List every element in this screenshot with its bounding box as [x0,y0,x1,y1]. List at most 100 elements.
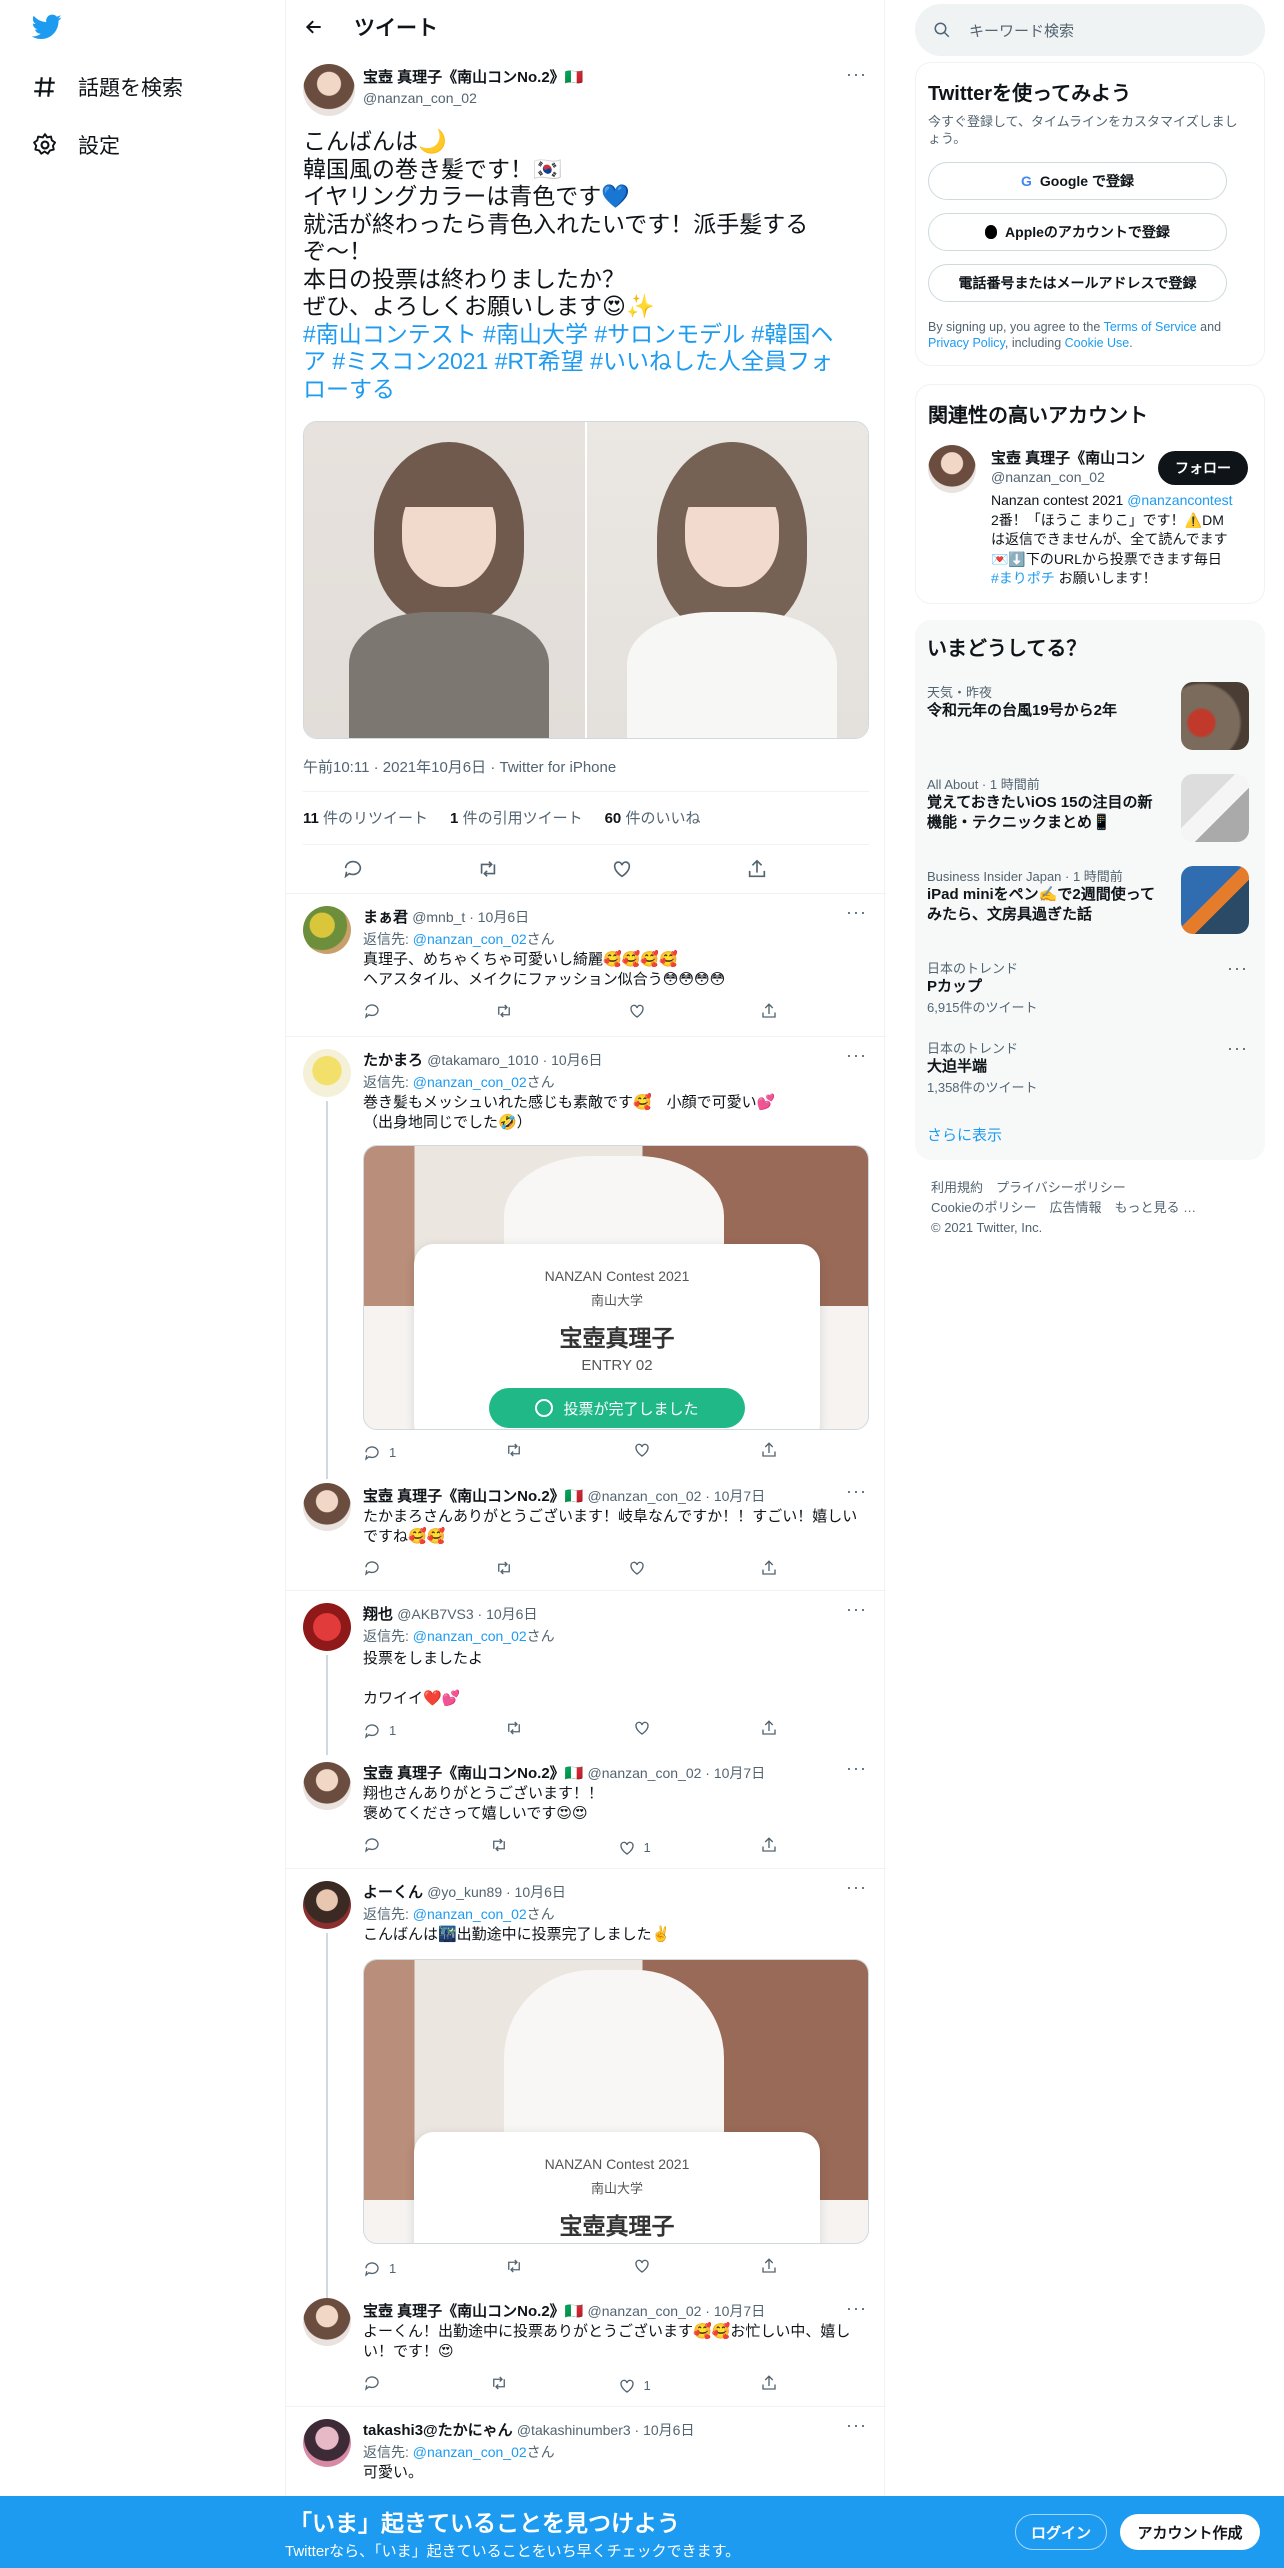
reply-author[interactable]: 宝壺 真理子《南山コンNo.2》🇮🇹 [363,2303,583,2320]
search-input[interactable]: キーワード検索 [969,20,1074,41]
hashtags[interactable]: #南山コンテスト #南山大学 #サロンモデル #韓国ヘ [303,321,868,349]
cookie-link[interactable]: Cookie Use [1065,336,1130,350]
share-icon[interactable] [760,1002,778,1025]
retweet-icon[interactable] [505,1441,523,1464]
reply-tweet[interactable]: 翔也 @AKB7VS3 · 10月6日 ··· 返信先: @nanzan_con… [286,1590,886,1755]
bio-mention[interactable]: @nanzancontest [1127,492,1232,508]
reply-author[interactable]: 宝壺 真理子《南山コンNo.2》🇮🇹 [363,1765,583,1782]
reply-icon[interactable] [363,2374,381,2397]
reply-tweet[interactable]: takashi3@たかにゃん @takashinumber3 · 10月6日 ·… [286,2406,886,2496]
reply-icon[interactable] [342,858,364,880]
photo-1[interactable] [304,422,587,738]
reply-author[interactable]: まぁ君 [363,909,408,926]
google-signup-button[interactable]: G Google で登録 [928,162,1227,200]
share-icon[interactable] [760,1441,778,1464]
contest-card[interactable]: NANZAN Contest 2021 南山大学 宝壺真理子 ENTRY 02 … [363,1145,869,1430]
more-icon[interactable]: ··· [846,2415,867,2436]
reply-tweet[interactable]: まぁ君 @mnb_t · 10月6日 ··· 返信先: @nanzan_con_… [286,893,886,1036]
hashtags[interactable]: ア #ミスコン2021 #RT希望 #いいねした人全員フォ [303,348,868,376]
terms-link[interactable]: Terms of Service [1104,320,1197,334]
login-button[interactable]: ログイン [1015,2514,1107,2550]
reply-icon[interactable] [363,1836,381,1859]
retweet-stat[interactable]: 11 件のリツイート [303,807,428,828]
reply-to-link[interactable]: @nanzan_con_02 [413,2444,527,2460]
reply-icon[interactable] [363,1559,381,1582]
apple-signup-button[interactable]: Appleのアカウントで登録 [928,213,1227,251]
retweet-icon[interactable] [490,1836,508,1859]
share-icon[interactable] [760,1559,778,1582]
reply-tweet[interactable]: たかまろ @takamaro_1010 · 10月6日 ··· 返信先: @na… [286,1036,886,1479]
like-icon[interactable] [633,2257,651,2280]
share-icon[interactable] [760,1836,778,1859]
share-icon[interactable] [760,1719,778,1742]
related-handle[interactable]: @nanzan_con_02 [991,469,1105,485]
retweet-icon[interactable] [495,1002,513,1025]
reply-author[interactable]: たかまろ [363,1052,423,1069]
avatar[interactable] [303,64,355,116]
avatar[interactable] [303,1762,351,1810]
search-bar[interactable]: キーワード検索 [915,4,1265,56]
avatar[interactable] [303,1483,351,1531]
share-icon[interactable] [760,2257,778,2280]
more-icon[interactable]: ··· [846,1045,867,1066]
retweet-icon[interactable] [505,1719,523,1742]
twitter-logo-icon[interactable] [32,14,62,40]
quote-stat[interactable]: 1 件の引用ツイート [450,807,583,828]
more-icon[interactable]: ··· [846,1758,867,1779]
author-handle[interactable]: @nanzan_con_02 [363,90,477,106]
reply-tweet[interactable]: よーくん @yo_kun89 · 10月6日 ··· 返信先: @nanzan_… [286,1868,886,2303]
nav-settings[interactable]: 設定 [32,130,120,160]
privacy-link[interactable]: Privacy Policy [928,336,1005,350]
retweet-icon[interactable] [490,2374,508,2397]
reply-icon[interactable]: 1 [363,1441,396,1464]
reply-author[interactable]: よーくん [363,1884,423,1901]
follow-button[interactable]: フォロー [1158,451,1248,485]
trend-thumbnail[interactable] [1181,774,1249,842]
avatar[interactable] [303,1881,351,1929]
reply-author[interactable]: 宝壺 真理子《南山コンNo.2》🇮🇹 [363,1488,583,1505]
trend-item[interactable]: 日本のトレンド Pカップ 6,915件のツイート [927,958,1247,1016]
more-icon[interactable]: ··· [846,1877,867,1898]
reply-to-link[interactable]: @nanzan_con_02 [413,931,527,947]
like-icon[interactable] [628,1002,646,1025]
more-icon[interactable]: ··· [846,1481,867,1502]
signup-button[interactable]: アカウント作成 [1120,2514,1260,2550]
phone-signup-button[interactable]: 電話番号またはメールアドレスで登録 [928,264,1227,302]
reply-tweet[interactable]: 宝壺 真理子《南山コンNo.2》🇮🇹 @nanzan_con_02 · 10月7… [286,2298,886,2406]
retweet-icon[interactable] [505,2257,523,2280]
avatar[interactable] [928,445,976,493]
like-icon[interactable]: 1 [618,2374,651,2397]
bio-hashtag[interactable]: #まりポチ [991,570,1055,586]
like-icon[interactable]: 1 [618,1836,651,1859]
retweet-icon[interactable] [495,1559,513,1582]
show-more-link[interactable]: さらに表示 [927,1124,1002,1145]
nav-explore[interactable]: 話題を検索 [32,72,183,102]
avatar[interactable] [303,1603,351,1651]
reply-icon[interactable] [363,1002,381,1025]
more-icon[interactable]: ··· [846,1599,867,1620]
more-icon[interactable]: ··· [846,902,867,923]
like-icon[interactable] [633,1441,651,1464]
like-icon[interactable] [611,858,633,880]
reply-icon[interactable]: 1 [363,1719,396,1742]
related-name[interactable]: 宝壺 真理子《南山コン [991,447,1145,468]
share-icon[interactable] [746,858,768,880]
reply-to-link[interactable]: @nanzan_con_02 [413,1074,527,1090]
contest-card[interactable]: NANZAN Contest 2021 南山大学 宝壺真理子 [363,1959,869,2244]
reply-to-link[interactable]: @nanzan_con_02 [413,1906,527,1922]
like-stat[interactable]: 60 件のいいね [605,807,701,828]
more-icon[interactable]: ··· [1227,1038,1248,1059]
footer-line[interactable]: Cookieのポリシー 広告情報 もっと見る … [931,1198,1196,1218]
share-icon[interactable] [760,2374,778,2397]
trend-thumbnail[interactable] [1181,682,1249,750]
reply-icon[interactable]: 1 [363,2257,396,2280]
reply-tweet[interactable]: 宝壺 真理子《南山コンNo.2》🇮🇹 @nanzan_con_02 · 10月7… [286,1750,886,1868]
hashtags[interactable]: ローする [303,376,868,404]
avatar[interactable] [303,2419,351,2467]
author-name[interactable]: 宝壺 真理子《南山コンNo.2》🇮🇹 [363,66,583,87]
photo-2[interactable] [587,422,868,738]
reply-author[interactable]: 翔也 [363,1606,393,1623]
trend-item[interactable]: 日本のトレンド 大迫半端 1,358件のツイート [927,1038,1247,1096]
trend-thumbnail[interactable] [1181,866,1249,934]
retweet-icon[interactable] [477,858,499,880]
